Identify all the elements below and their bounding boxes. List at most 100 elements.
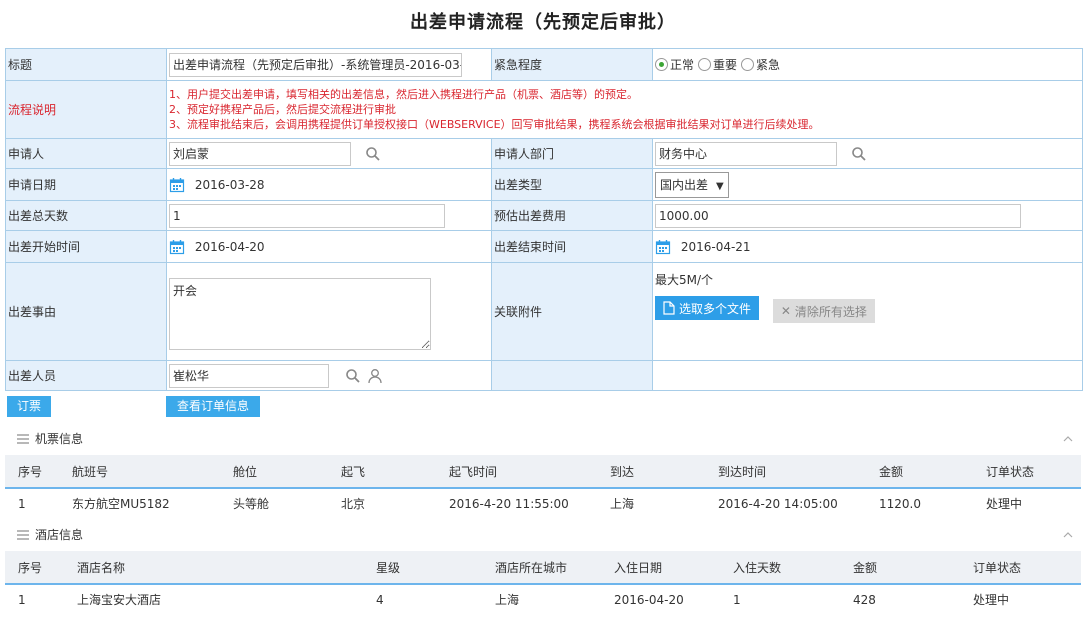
hotel-cell-star: 4: [376, 593, 384, 607]
urgency-normal-radio[interactable]: [655, 58, 668, 71]
traveler-label: 出差人员: [5, 360, 167, 391]
applicant-label: 申请人: [5, 138, 167, 169]
user-icon[interactable]: [367, 368, 383, 384]
reason-textarea[interactable]: 开会: [169, 277, 431, 350]
hotel-section-title: 酒店信息: [35, 528, 84, 542]
apply-date-value[interactable]: 2016-03-28: [195, 178, 265, 192]
select-files-button[interactable]: 选取多个文件: [655, 296, 760, 320]
menu-icon: [17, 529, 29, 540]
hotel-cell-checkin: 2016-04-20: [614, 593, 684, 607]
chevron-up-icon[interactable]: [1062, 433, 1074, 445]
start-label: 出差开始时间: [5, 230, 167, 263]
title-input[interactable]: 出差申请流程（先预定后审批）-系统管理员-2016-03-: [169, 52, 462, 77]
file-icon: [663, 301, 675, 315]
days-label: 出差总天数: [5, 200, 167, 231]
close-icon: ✕: [780, 304, 791, 318]
flight-col-arrive-time: 到达时间: [718, 465, 767, 479]
hotel-cell-nights: 1: [733, 593, 741, 607]
flight-col-depart-time: 起飞时间: [449, 465, 498, 479]
hotel-cell-amount: 428: [853, 593, 876, 607]
cost-input[interactable]: 1000.00: [655, 203, 1021, 228]
clear-selection-button[interactable]: ✕ 清除所有选择: [772, 299, 875, 323]
reason-label: 出差事由: [5, 262, 167, 361]
flight-col-amount: 金额: [879, 465, 904, 479]
hotel-cell-index: 1: [18, 593, 26, 607]
hotel-col-index: 序号: [18, 561, 43, 575]
cost-label: 预估出差费用: [491, 200, 653, 231]
flight-cell-cabin: 头等舱: [233, 497, 270, 511]
empty-value-cell: [652, 360, 1083, 391]
apply-date-label: 申请日期: [5, 168, 167, 201]
urgency-label: 紧急程度: [491, 48, 653, 81]
urgency-important-label: 重要: [713, 58, 738, 72]
select-files-label: 选取多个文件: [679, 301, 752, 316]
title-label: 标题: [5, 48, 167, 81]
hotel-col-amount: 金额: [853, 561, 878, 575]
urgency-radio-group: 正常 重要 紧急: [655, 56, 1082, 73]
flight-cell-flight-no: 东方航空MU5182: [72, 497, 170, 511]
hotel-col-city: 酒店所在城市: [495, 561, 568, 575]
empty-label-cell: [491, 360, 653, 391]
hotel-cell-status: 处理中: [973, 593, 1010, 607]
flight-cell-depart-time: 2016-4-20 11:55:00: [449, 497, 569, 511]
urgency-important-radio[interactable]: [698, 58, 712, 71]
hotel-col-checkin: 入住日期: [614, 561, 663, 575]
flight-col-status: 订单状态: [986, 465, 1035, 479]
flow-description: 1、用户提交出差申请，填写相关的出差信息，然后进入携程进行产品（机票、酒店等）的…: [169, 84, 1082, 135]
flight-section-header[interactable]: 机票信息: [17, 430, 83, 447]
menu-icon: [17, 433, 29, 444]
dropdown-arrow-icon: ▼: [716, 180, 724, 192]
hotel-cell-city: 上海: [495, 593, 520, 607]
hotel-col-status: 订单状态: [973, 561, 1022, 575]
attach-limit: 最大5M/个: [655, 273, 714, 287]
flight-cell-depart: 北京: [341, 497, 366, 511]
flight-col-depart: 起飞: [341, 465, 366, 479]
calendar-icon[interactable]: [655, 239, 671, 255]
flight-table-header: 序号 航班号 舱位 起飞 起飞时间 到达 到达时间 金额 订单状态: [5, 455, 1081, 489]
flight-cell-arrive-time: 2016-4-20 14:05:00: [718, 497, 838, 511]
flow-desc-label: 流程说明: [5, 80, 167, 139]
urgency-normal-label: 正常: [670, 58, 695, 72]
days-input[interactable]: 1: [169, 203, 445, 228]
flight-col-flight-no: 航班号: [72, 465, 109, 479]
chevron-up-icon[interactable]: [1062, 529, 1074, 541]
start-date-value[interactable]: 2016-04-20: [195, 240, 265, 254]
hotel-cell-name: 上海宝安大酒店: [77, 593, 162, 607]
end-date-value[interactable]: 2016-04-21: [681, 240, 751, 254]
trip-type-label: 出差类型: [491, 168, 653, 201]
flight-cell-status: 处理中: [986, 497, 1023, 511]
dept-label: 申请人部门: [491, 138, 653, 169]
table-row[interactable]: 1 东方航空MU5182 头等舱 北京 2016-4-20 11:55:00 上…: [5, 489, 1081, 519]
trip-type-value: 国内出差: [660, 177, 709, 192]
page-title: 出差申请流程（先预定后审批）: [410, 12, 676, 33]
trip-type-select[interactable]: 国内出差 ▼: [655, 171, 729, 198]
search-icon[interactable]: [365, 146, 381, 162]
flight-col-arrive: 到达: [610, 465, 635, 479]
search-icon[interactable]: [345, 368, 361, 384]
flow-line-3: 3、流程审批结束后，会调用携程提供订单授权接口（WEBSERVICE）回写审批结…: [169, 118, 820, 131]
urgency-urgent-radio[interactable]: [741, 58, 755, 71]
search-icon[interactable]: [851, 146, 867, 162]
end-label: 出差结束时间: [491, 230, 653, 263]
table-row[interactable]: 1 上海宝安大酒店 4 上海 2016-04-20 1 428 处理中: [5, 585, 1081, 615]
flight-section-title: 机票信息: [35, 432, 84, 446]
calendar-icon[interactable]: [169, 177, 185, 193]
view-orders-button[interactable]: 查看订单信息: [166, 396, 260, 417]
calendar-icon[interactable]: [169, 239, 185, 255]
flight-col-index: 序号: [18, 465, 43, 479]
flight-col-cabin: 舱位: [233, 465, 258, 479]
urgency-urgent-label: 紧急: [756, 58, 781, 72]
hotel-col-star: 星级: [376, 561, 401, 575]
attach-label: 关联附件: [491, 262, 653, 361]
hotel-col-nights: 入住天数: [733, 561, 782, 575]
applicant-input[interactable]: 刘启蒙: [169, 141, 351, 166]
clear-selection-label: 清除所有选择: [794, 304, 867, 319]
hotel-table-header: 序号 酒店名称 星级 酒店所在城市 入住日期 入住天数 金额 订单状态: [5, 551, 1081, 585]
traveler-input[interactable]: 崔松华: [169, 363, 329, 388]
hotel-section-header[interactable]: 酒店信息: [17, 526, 83, 543]
flow-line-1: 1、用户提交出差申请，填写相关的出差信息，然后进入携程进行产品（机票、酒店等）的…: [169, 88, 638, 101]
book-ticket-button[interactable]: 订票: [7, 396, 51, 417]
hotel-col-name: 酒店名称: [77, 561, 126, 575]
dept-input[interactable]: 财务中心: [655, 141, 837, 166]
travel-form: 标题 出差申请流程（先预定后审批）-系统管理员-2016-03- 紧急程度 正常…: [5, 48, 1083, 391]
